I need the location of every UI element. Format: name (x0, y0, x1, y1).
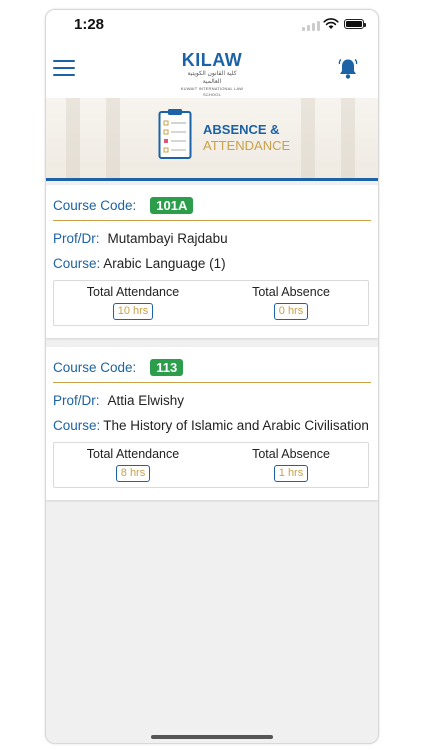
logo-arabic: كلية القانون الكويتية العالمية (187, 71, 237, 85)
attendance-value: 8 hrs (115, 465, 151, 482)
status-time: 1:28 (74, 16, 105, 33)
absence-label: Total Absence (252, 285, 330, 299)
absence-value: 1 hrs (273, 465, 309, 482)
professor-row: Prof/Dr: Attia Elwishy (53, 393, 184, 408)
prof-name: Attia Elwishy (107, 393, 185, 408)
course-code-label: Course Code: (53, 197, 137, 213)
course-code-row: Course Code: 101A (53, 195, 194, 215)
signal-icon (302, 21, 320, 31)
prof-label: Prof/Dr: (53, 393, 100, 408)
page-title: ABSENCE & ATTENDANCE (203, 122, 291, 153)
hours-summary: Total Attendance 10 hrs Total Absence 0 … (53, 280, 369, 326)
course-name-row: Course: Arabic Language (1) (53, 256, 226, 271)
wifi-icon (323, 18, 339, 29)
attendance-label: Total Attendance (86, 447, 180, 461)
hours-summary: Total Attendance 8 hrs Total Absence 1 h… (53, 442, 369, 488)
absence-stat: Total Absence 0 hrs (212, 285, 370, 320)
menu-button[interactable] (53, 60, 75, 78)
professor-row: Prof/Dr: Mutambayi Rajdabu (53, 231, 228, 246)
logo-wordmark: KILAW (181, 50, 243, 70)
clipboard-icon (158, 109, 192, 159)
divider (53, 220, 371, 221)
attendance-stat: Total Attendance 8 hrs (54, 447, 212, 482)
absence-value: 0 hrs (273, 303, 309, 320)
kilaw-logo: KILAW كلية القانون الكويتية العالمية KUW… (180, 50, 244, 97)
course-code-badge: 101A (150, 196, 194, 214)
bell-icon[interactable] (338, 58, 358, 80)
course-card: Course Code: 113 Prof/Dr: Attia Elwishy C… (46, 347, 378, 500)
top-nav-bar: KILAW كلية القانون الكويتية العالمية KUW… (46, 46, 378, 98)
prof-name: Mutambayi Rajdabu (107, 231, 228, 246)
absence-label: Total Absence (252, 447, 330, 461)
home-indicator[interactable] (151, 735, 273, 739)
absence-stat: Total Absence 1 hrs (212, 447, 370, 482)
phone-screen: 1:28 KILAW كلية القانون الكويتية العالمي… (45, 9, 379, 744)
course-label: Course: (53, 256, 101, 271)
course-card: Course Code: 101A Prof/Dr: Mutambayi Rajd… (46, 185, 378, 338)
status-bar: 1:28 (46, 10, 378, 46)
course-code-label: Course Code: (53, 359, 137, 375)
course-name: Arabic Language (1) (103, 256, 226, 271)
course-label: Course: (53, 418, 101, 433)
course-name-row: Course: The History of Islamic and Arabic… (53, 418, 369, 433)
course-name: The History of Islamic and Arabic Civili… (103, 418, 369, 433)
page-banner: ABSENCE & ATTENDANCE (46, 98, 378, 181)
divider (53, 382, 371, 383)
logo-english: KUWAIT INTERNATIONAL LAW SCHOOL (180, 86, 244, 97)
attendance-label: Total Attendance (86, 285, 180, 299)
attendance-stat: Total Attendance 10 hrs (54, 285, 212, 320)
prof-label: Prof/Dr: (53, 231, 100, 246)
attendance-value: 10 hrs (112, 303, 154, 320)
battery-icon (344, 19, 366, 29)
menu-icon (53, 60, 75, 62)
course-code-badge: 113 (150, 358, 184, 376)
course-code-row: Course Code: 113 (53, 357, 184, 377)
